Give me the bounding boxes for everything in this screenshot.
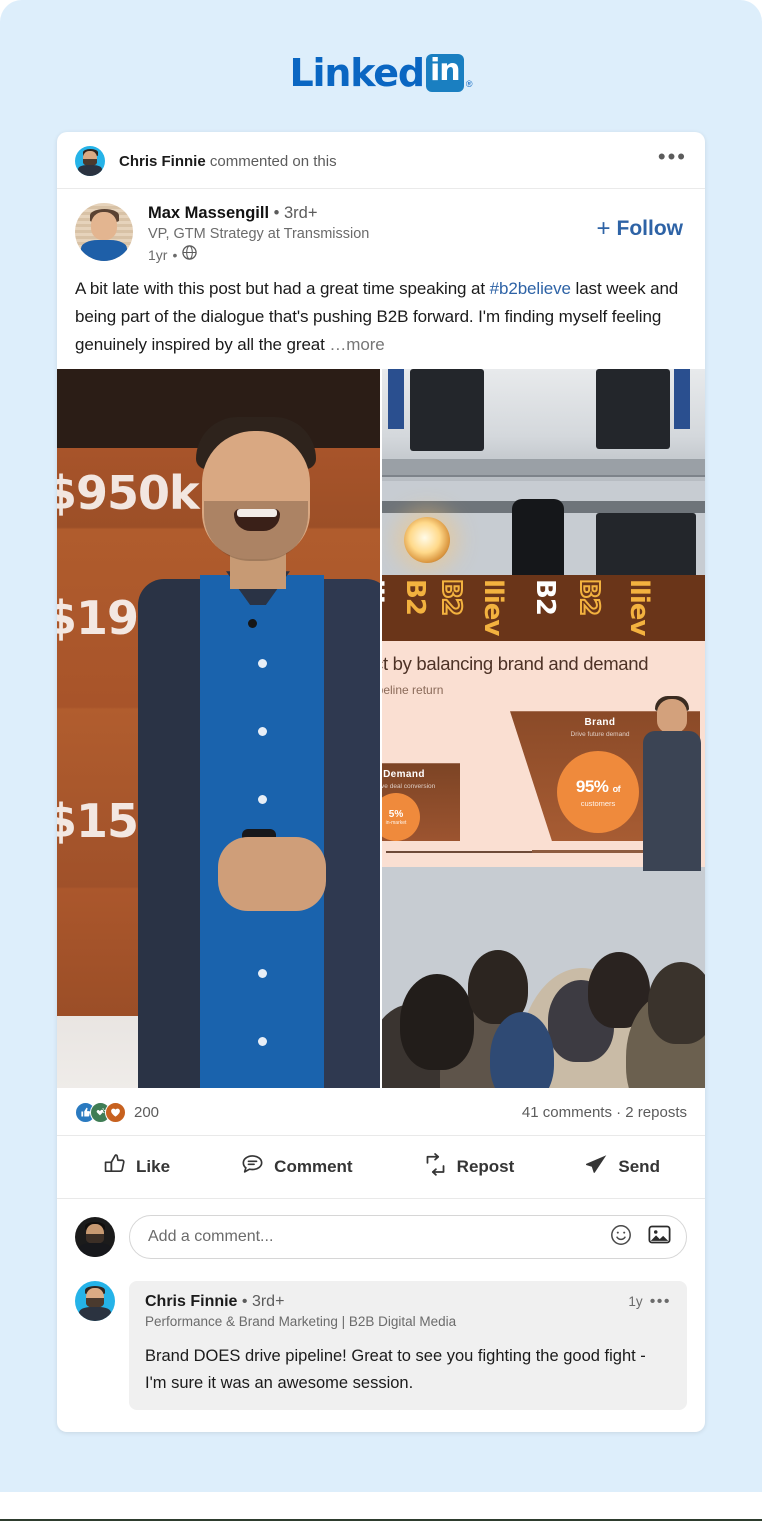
banner-word-4: lliev [478, 579, 508, 636]
comment-composer [57, 1199, 705, 1273]
banner-word-3: B2 [435, 578, 467, 616]
send-button[interactable]: Send [572, 1148, 672, 1186]
love-icon [105, 1102, 126, 1124]
post-image-left[interactable]: $950k $190k $156k [57, 369, 380, 1089]
demand-label: Demand [383, 769, 425, 781]
author-info: Max Massengill • 3rd+ VP, GTM Strategy a… [148, 203, 596, 265]
author-headline: VP, GTM Strategy at Transmission [148, 225, 370, 242]
logo-in-text: in [430, 53, 461, 88]
demand-stat-sublabel: in-market [385, 819, 407, 826]
see-more-link[interactable]: …more [329, 335, 384, 354]
bottom-divider [0, 1519, 762, 1521]
repost-button[interactable]: Repost [411, 1148, 527, 1186]
post-text-part-1: A bit late with this post but had a grea… [75, 279, 490, 299]
reaction-summary[interactable]: 200 [75, 1102, 160, 1124]
paper-plane-icon [584, 1152, 609, 1182]
like-button-label: Like [136, 1157, 171, 1177]
context-actor-name[interactable]: Chris Finnie [119, 153, 206, 170]
reaction-count: 200 [134, 1104, 160, 1122]
context-action-text: commented on this [205, 152, 337, 170]
post-image-right[interactable]: lliev B2 B2 lliev B2 B2 lliev ct by bala… [382, 369, 705, 1089]
follow-plus-icon: + [596, 215, 611, 242]
comment-item: Chris Finnie • 3rd+ 1y ••• Performance &… [57, 1273, 705, 1432]
comments-reposts-count[interactable]: 41 comments · 2 reposts [522, 1104, 687, 1121]
meta-separator: • [172, 246, 178, 263]
speaker-figure [130, 409, 380, 1089]
post-menu-icon[interactable]: ••• [658, 146, 687, 170]
smiley-icon[interactable] [609, 1223, 633, 1252]
repost-arrows-icon [423, 1152, 448, 1182]
banner-word-1: lliev [382, 579, 388, 636]
comment-body: Brand DOES drive pipeline! Great to see … [145, 1347, 646, 1392]
comment-time: 1y [628, 1294, 643, 1310]
repost-button-label: Repost [456, 1157, 515, 1177]
brand-stat-circle: 95% of customers [557, 751, 639, 834]
post-text: A bit late with this post but had a grea… [57, 269, 705, 369]
context-header: Chris Finnie commented on this ••• [57, 132, 705, 189]
composer-avatar[interactable] [75, 1217, 115, 1258]
post-time: 1yr [148, 246, 168, 263]
author-name[interactable]: Max Massengill [148, 204, 269, 222]
thumbs-up-icon [102, 1152, 127, 1182]
banner-word-5: B2 [530, 579, 560, 616]
brand-stat-unit: of [612, 783, 621, 794]
post-hashtag[interactable]: #b2believe [490, 279, 571, 298]
context-header-text: Chris Finnie commented on this [119, 153, 658, 170]
follow-button[interactable]: + Follow [596, 203, 687, 241]
comment-meta: 1y ••• [628, 1293, 671, 1310]
author-name-line: Max Massengill • 3rd+ [148, 203, 596, 224]
comment-separator: • [237, 1293, 252, 1311]
author-degree: 3rd+ [284, 204, 318, 222]
comment-author-line: Chris Finnie • 3rd+ [145, 1293, 284, 1311]
comment-author-name[interactable]: Chris Finnie [145, 1293, 237, 1310]
brand-stat-sublabel: customers [580, 798, 616, 808]
context-actor-avatar[interactable] [75, 146, 105, 176]
event-banner: lliev B2 B2 lliev B2 B2 lliev [382, 575, 705, 642]
comment-button-label: Comment [274, 1157, 353, 1177]
logo-registered-mark: ® [465, 79, 473, 89]
logo-in-badge: in [425, 53, 464, 92]
comment-header: Chris Finnie • 3rd+ 1y ••• [145, 1293, 671, 1311]
logo-wordmark: Linked [289, 51, 426, 95]
linkedin-logo: Linked in ® [0, 54, 762, 92]
post-media: $950k $190k $156k lliev B2 B2 lliev B2 B… [57, 369, 705, 1089]
post-author: Max Massengill • 3rd+ VP, GTM Strategy a… [57, 189, 705, 269]
comment-button[interactable]: Comment [228, 1148, 364, 1186]
page-root: Linked in ® Chris Finnie commented on th… [0, 0, 762, 1523]
author-avatar[interactable] [75, 203, 133, 261]
author-separator: • [269, 204, 284, 222]
follow-label: Follow [616, 217, 684, 240]
brand-stat-value: 95% [575, 776, 609, 796]
comment-author-headline: Performance & Brand Marketing | B2B Digi… [145, 1314, 457, 1330]
comment-author-degree: 3rd+ [251, 1293, 285, 1311]
banner-word-2: B2 [400, 579, 430, 616]
send-button-label: Send [618, 1157, 660, 1177]
post-card: Chris Finnie commented on this ••• Max M… [57, 132, 705, 1432]
slide-title: ct by balancing brand and demand [382, 653, 649, 675]
comment-input[interactable] [148, 1228, 595, 1247]
slide-subtitle: ipeline return [382, 683, 444, 698]
banner-word-7: lliev [624, 579, 654, 636]
stage-light-icon [404, 517, 450, 564]
speech-bubble-icon [240, 1152, 265, 1182]
banner-word-6: B2 [573, 578, 605, 616]
author-meta: 1yr • [148, 245, 596, 265]
comment-author-avatar[interactable] [75, 1281, 115, 1322]
comment-bubble: Chris Finnie • 3rd+ 1y ••• Performance &… [129, 1281, 687, 1410]
globe-icon [182, 245, 198, 265]
post-actions: Like Comment Repost Send [57, 1136, 705, 1200]
comment-menu-icon[interactable]: ••• [650, 1293, 671, 1309]
comment-input-wrapper[interactable] [129, 1215, 687, 1260]
presenter-figure [643, 696, 701, 872]
post-stats: 200 41 comments · 2 reposts [57, 1088, 705, 1137]
like-button[interactable]: Like [90, 1148, 182, 1186]
audience-crowd [382, 863, 705, 1089]
demand-stat-value: 5% [388, 808, 404, 820]
photo-icon[interactable] [647, 1222, 672, 1252]
demand-sublabel: Drive deal conversion [382, 783, 436, 791]
